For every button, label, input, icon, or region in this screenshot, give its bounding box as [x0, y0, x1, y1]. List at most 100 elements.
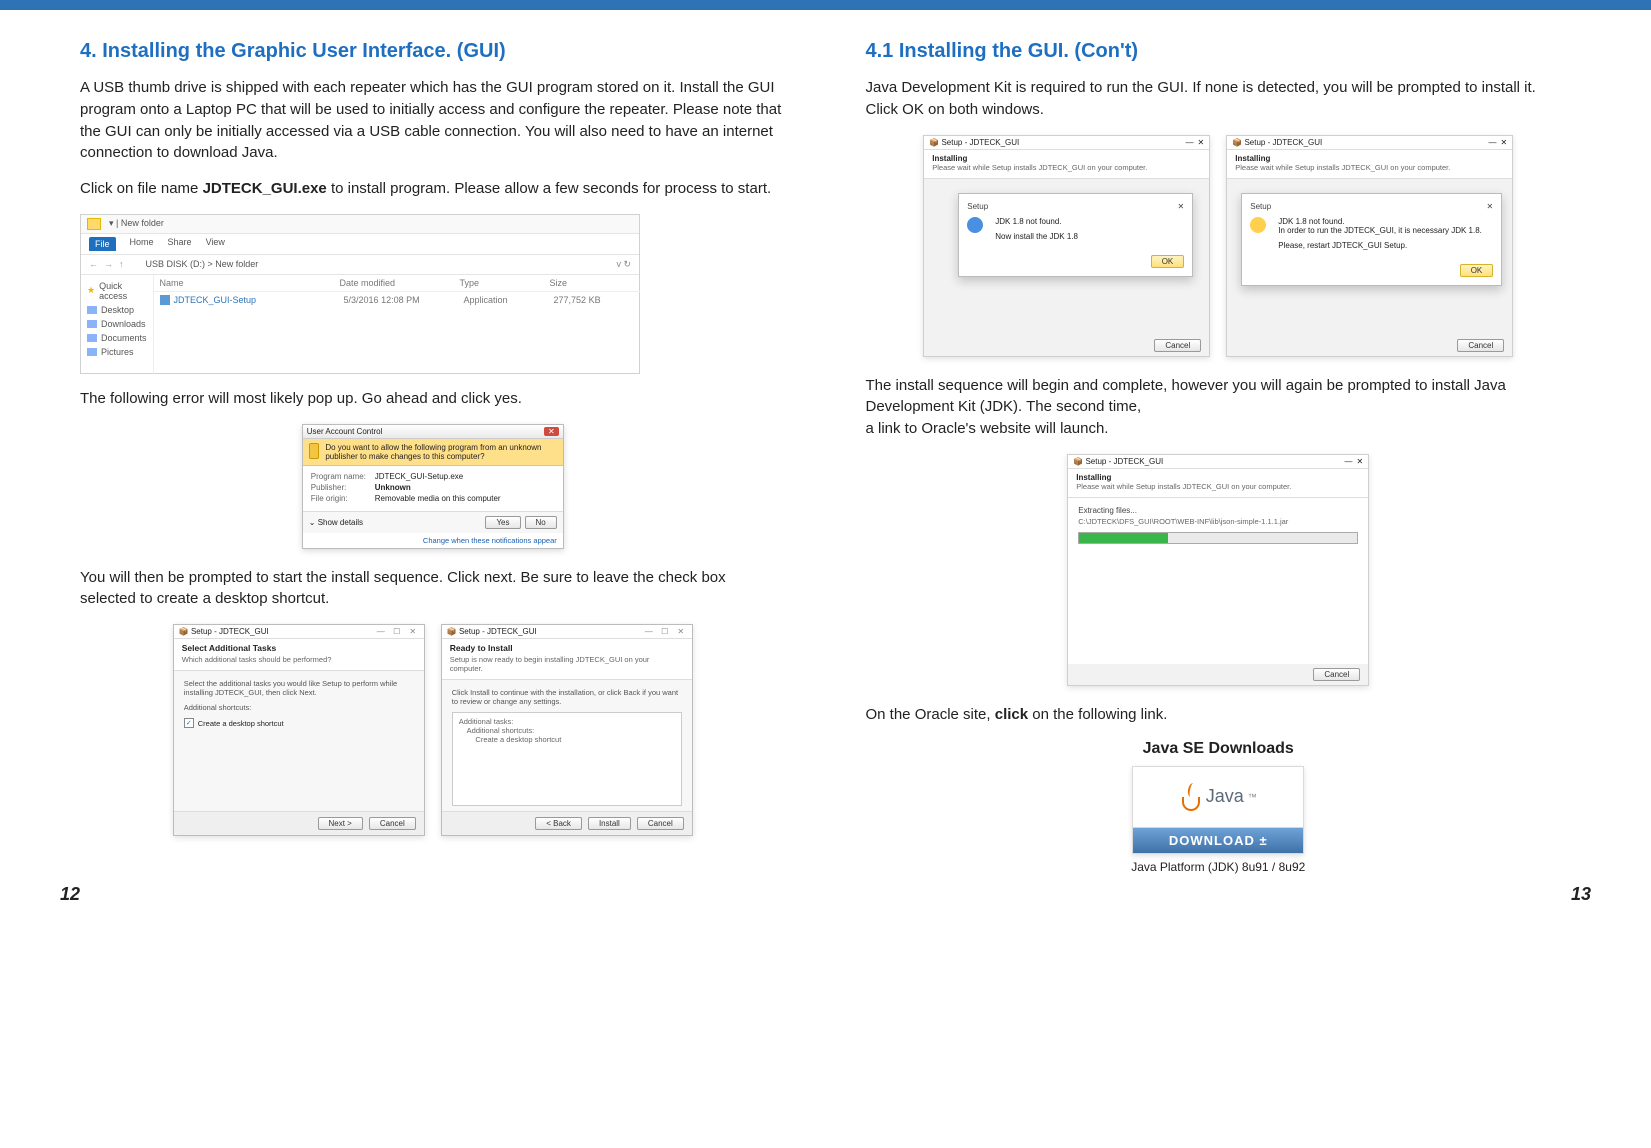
- extracting-path: C:\JDTECK\DFS_GUI\ROOT\WEB-INF\lib\json-…: [1078, 517, 1358, 526]
- folder-icon: [87, 306, 97, 314]
- sidebar-downloads[interactable]: Downloads: [87, 317, 147, 331]
- wiz-note: Select the additional tasks you would li…: [184, 679, 414, 697]
- col-size[interactable]: Size: [550, 278, 630, 288]
- jdk-modal: Setup✕ JDK 1.8 not found. In order to ru…: [1241, 193, 1502, 286]
- col-name[interactable]: Name: [160, 278, 340, 288]
- maximize-icon[interactable]: ☐: [391, 627, 403, 636]
- uac-question: Do you want to allow the following progr…: [325, 443, 556, 461]
- progress-bar: [1078, 532, 1358, 544]
- java-logo: Java™: [1133, 767, 1303, 827]
- uac-footer: ⌄ Show details Yes No: [303, 511, 563, 533]
- wiz-titlebar: 📦 Setup - JDTECK_GUI —☐✕: [174, 625, 424, 639]
- star-icon: ★: [87, 285, 95, 296]
- nav-up-icon[interactable]: ↑: [119, 259, 124, 269]
- close-icon[interactable]: ✕: [1357, 457, 1364, 466]
- installing-progress-screenshot: 📦 Setup - JDTECK_GUI —✕ Installing Pleas…: [1067, 454, 1369, 686]
- java-downloads-block: Java SE Downloads Java™ DOWNLOAD ± Java …: [866, 740, 1572, 874]
- install-button[interactable]: Install: [588, 817, 631, 830]
- cancel-button[interactable]: Cancel: [1313, 668, 1360, 681]
- minimize-icon[interactable]: —: [375, 627, 387, 636]
- sidebar-documents[interactable]: Documents: [87, 331, 147, 345]
- file-row[interactable]: JDTECK_GUI-Setup 5/3/2016 12:08 PM Appli…: [154, 292, 640, 308]
- sidebar-desktop[interactable]: Desktop: [87, 303, 147, 317]
- yes-button[interactable]: Yes: [485, 516, 520, 529]
- next-button[interactable]: Next >: [318, 817, 363, 830]
- back-button[interactable]: < Back: [535, 817, 582, 830]
- installer-additional-tasks-screenshot: 📦 Setup - JDTECK_GUI —☐✕ Select Addition…: [173, 624, 425, 836]
- download-button[interactable]: DOWNLOAD ±: [1133, 827, 1303, 853]
- close-icon[interactable]: ✕: [1487, 202, 1494, 211]
- close-icon[interactable]: ✕: [407, 627, 419, 636]
- cancel-button[interactable]: Cancel: [1154, 339, 1201, 352]
- info-icon: [967, 217, 983, 233]
- ok-button[interactable]: OK: [1151, 255, 1185, 268]
- explorer-file-list: Name Date modified Type Size JDTECK_GUI-…: [154, 275, 640, 375]
- col-type[interactable]: Type: [460, 278, 550, 288]
- show-details-toggle[interactable]: ⌄ Show details: [309, 518, 363, 527]
- wiz-subheading: Please wait while Setup installs JDTECK_…: [1235, 163, 1504, 172]
- text: on the following link.: [1028, 706, 1167, 723]
- ribbon-file[interactable]: File: [89, 237, 116, 251]
- wiz-subheading: Setup is now ready to begin installing J…: [450, 655, 684, 673]
- exe-icon: [160, 295, 170, 305]
- progress-fill: [1079, 533, 1168, 543]
- uac-body: Program name:JDTECK_GUI-Setup.exe Publis…: [303, 466, 563, 511]
- left-click-line: Click on file name JDTECK_GUI.exe to ins…: [80, 178, 786, 200]
- close-icon[interactable]: ✕: [1198, 138, 1205, 147]
- java-download-card[interactable]: Java™ DOWNLOAD ±: [1132, 766, 1304, 854]
- two-column-layout: 4. Installing the Graphic User Interface…: [0, 10, 1651, 884]
- uac-question-bar: Do you want to allow the following progr…: [303, 439, 563, 466]
- no-button[interactable]: No: [525, 516, 557, 529]
- summary-listbox: Additional tasks: Additional shortcuts: …: [452, 712, 682, 806]
- minimize-icon[interactable]: —: [1345, 457, 1353, 466]
- ribbon-home[interactable]: Home: [130, 237, 154, 251]
- refresh-icon[interactable]: v ↻: [616, 259, 631, 270]
- uac-notifications-link[interactable]: Change when these notifications appear: [303, 533, 563, 548]
- left-intro: A USB thumb drive is shipped with each r…: [80, 77, 786, 164]
- wiz-title-text: 📦 Setup - JDTECK_GUI: [447, 627, 537, 636]
- cancel-button[interactable]: Cancel: [1457, 339, 1504, 352]
- wiz-title-text: 📦 Setup - JDTECK_GUI: [929, 138, 1019, 147]
- close-icon[interactable]: ✕: [1501, 138, 1508, 147]
- installer-ready-screenshot: 📦 Setup - JDTECK_GUI —☐✕ Ready to Instal…: [441, 624, 693, 836]
- minimize-icon[interactable]: —: [643, 627, 655, 636]
- close-icon[interactable]: ✕: [675, 627, 687, 636]
- ribbon-view[interactable]: View: [206, 237, 225, 251]
- text: Click on file name: [80, 180, 203, 197]
- explorer-ribbon: File Home Share View: [81, 234, 639, 255]
- page-numbers: 12 13: [0, 884, 1651, 921]
- maximize-icon[interactable]: ☐: [659, 627, 671, 636]
- col-date[interactable]: Date modified: [340, 278, 460, 288]
- ok-button[interactable]: OK: [1460, 264, 1494, 277]
- modal-msg: Please, restart JDTECK_GUI Setup.: [1278, 241, 1482, 250]
- modal-msg: Now install the JDK 1.8: [995, 232, 1078, 241]
- uac-dialog-screenshot: User Account Control ✕ Do you want to al…: [302, 424, 564, 549]
- file-explorer-screenshot: ▾ | New folder File Home Share View ← → …: [80, 214, 640, 374]
- minimize-icon[interactable]: —: [1186, 138, 1194, 147]
- nav-back-icon[interactable]: ←: [89, 259, 98, 269]
- create-shortcut-checkbox[interactable]: ✓ Create a desktop shortcut: [184, 718, 414, 728]
- value: Removable media on this computer: [375, 494, 501, 503]
- ribbon-share[interactable]: Share: [168, 237, 192, 251]
- cancel-button[interactable]: Cancel: [637, 817, 684, 830]
- explorer-sidebar: ★Quick access Desktop Downloads Document…: [81, 275, 154, 375]
- close-icon[interactable]: ✕: [544, 427, 559, 436]
- file-date: 5/3/2016 12:08 PM: [344, 295, 464, 305]
- wiz-heading: Installing: [1235, 154, 1504, 163]
- extracting-label: Extracting files...: [1078, 506, 1358, 515]
- nav-fwd-icon[interactable]: →: [104, 259, 113, 269]
- text: to install program. Please allow a few s…: [327, 180, 771, 197]
- wiz-titlebar: 📦 Setup - JDTECK_GUI —✕: [1068, 455, 1368, 469]
- wiz-subheading: Please wait while Setup installs JDTECK_…: [1076, 482, 1360, 491]
- cancel-button[interactable]: Cancel: [369, 817, 416, 830]
- sidebar-pictures[interactable]: Pictures: [87, 345, 147, 359]
- close-icon[interactable]: ✕: [1178, 202, 1185, 211]
- file-type: Application: [464, 295, 554, 305]
- uac-title-text: User Account Control: [307, 427, 383, 436]
- file-size: 277,752 KB: [554, 295, 634, 305]
- left-column: 4. Installing the Graphic User Interface…: [80, 34, 786, 874]
- modal-title: Setup: [1250, 202, 1271, 211]
- path-text[interactable]: USB DISK (D:) > New folder: [146, 259, 611, 269]
- sidebar-quick-access[interactable]: ★Quick access: [87, 279, 147, 303]
- minimize-icon[interactable]: —: [1489, 138, 1497, 147]
